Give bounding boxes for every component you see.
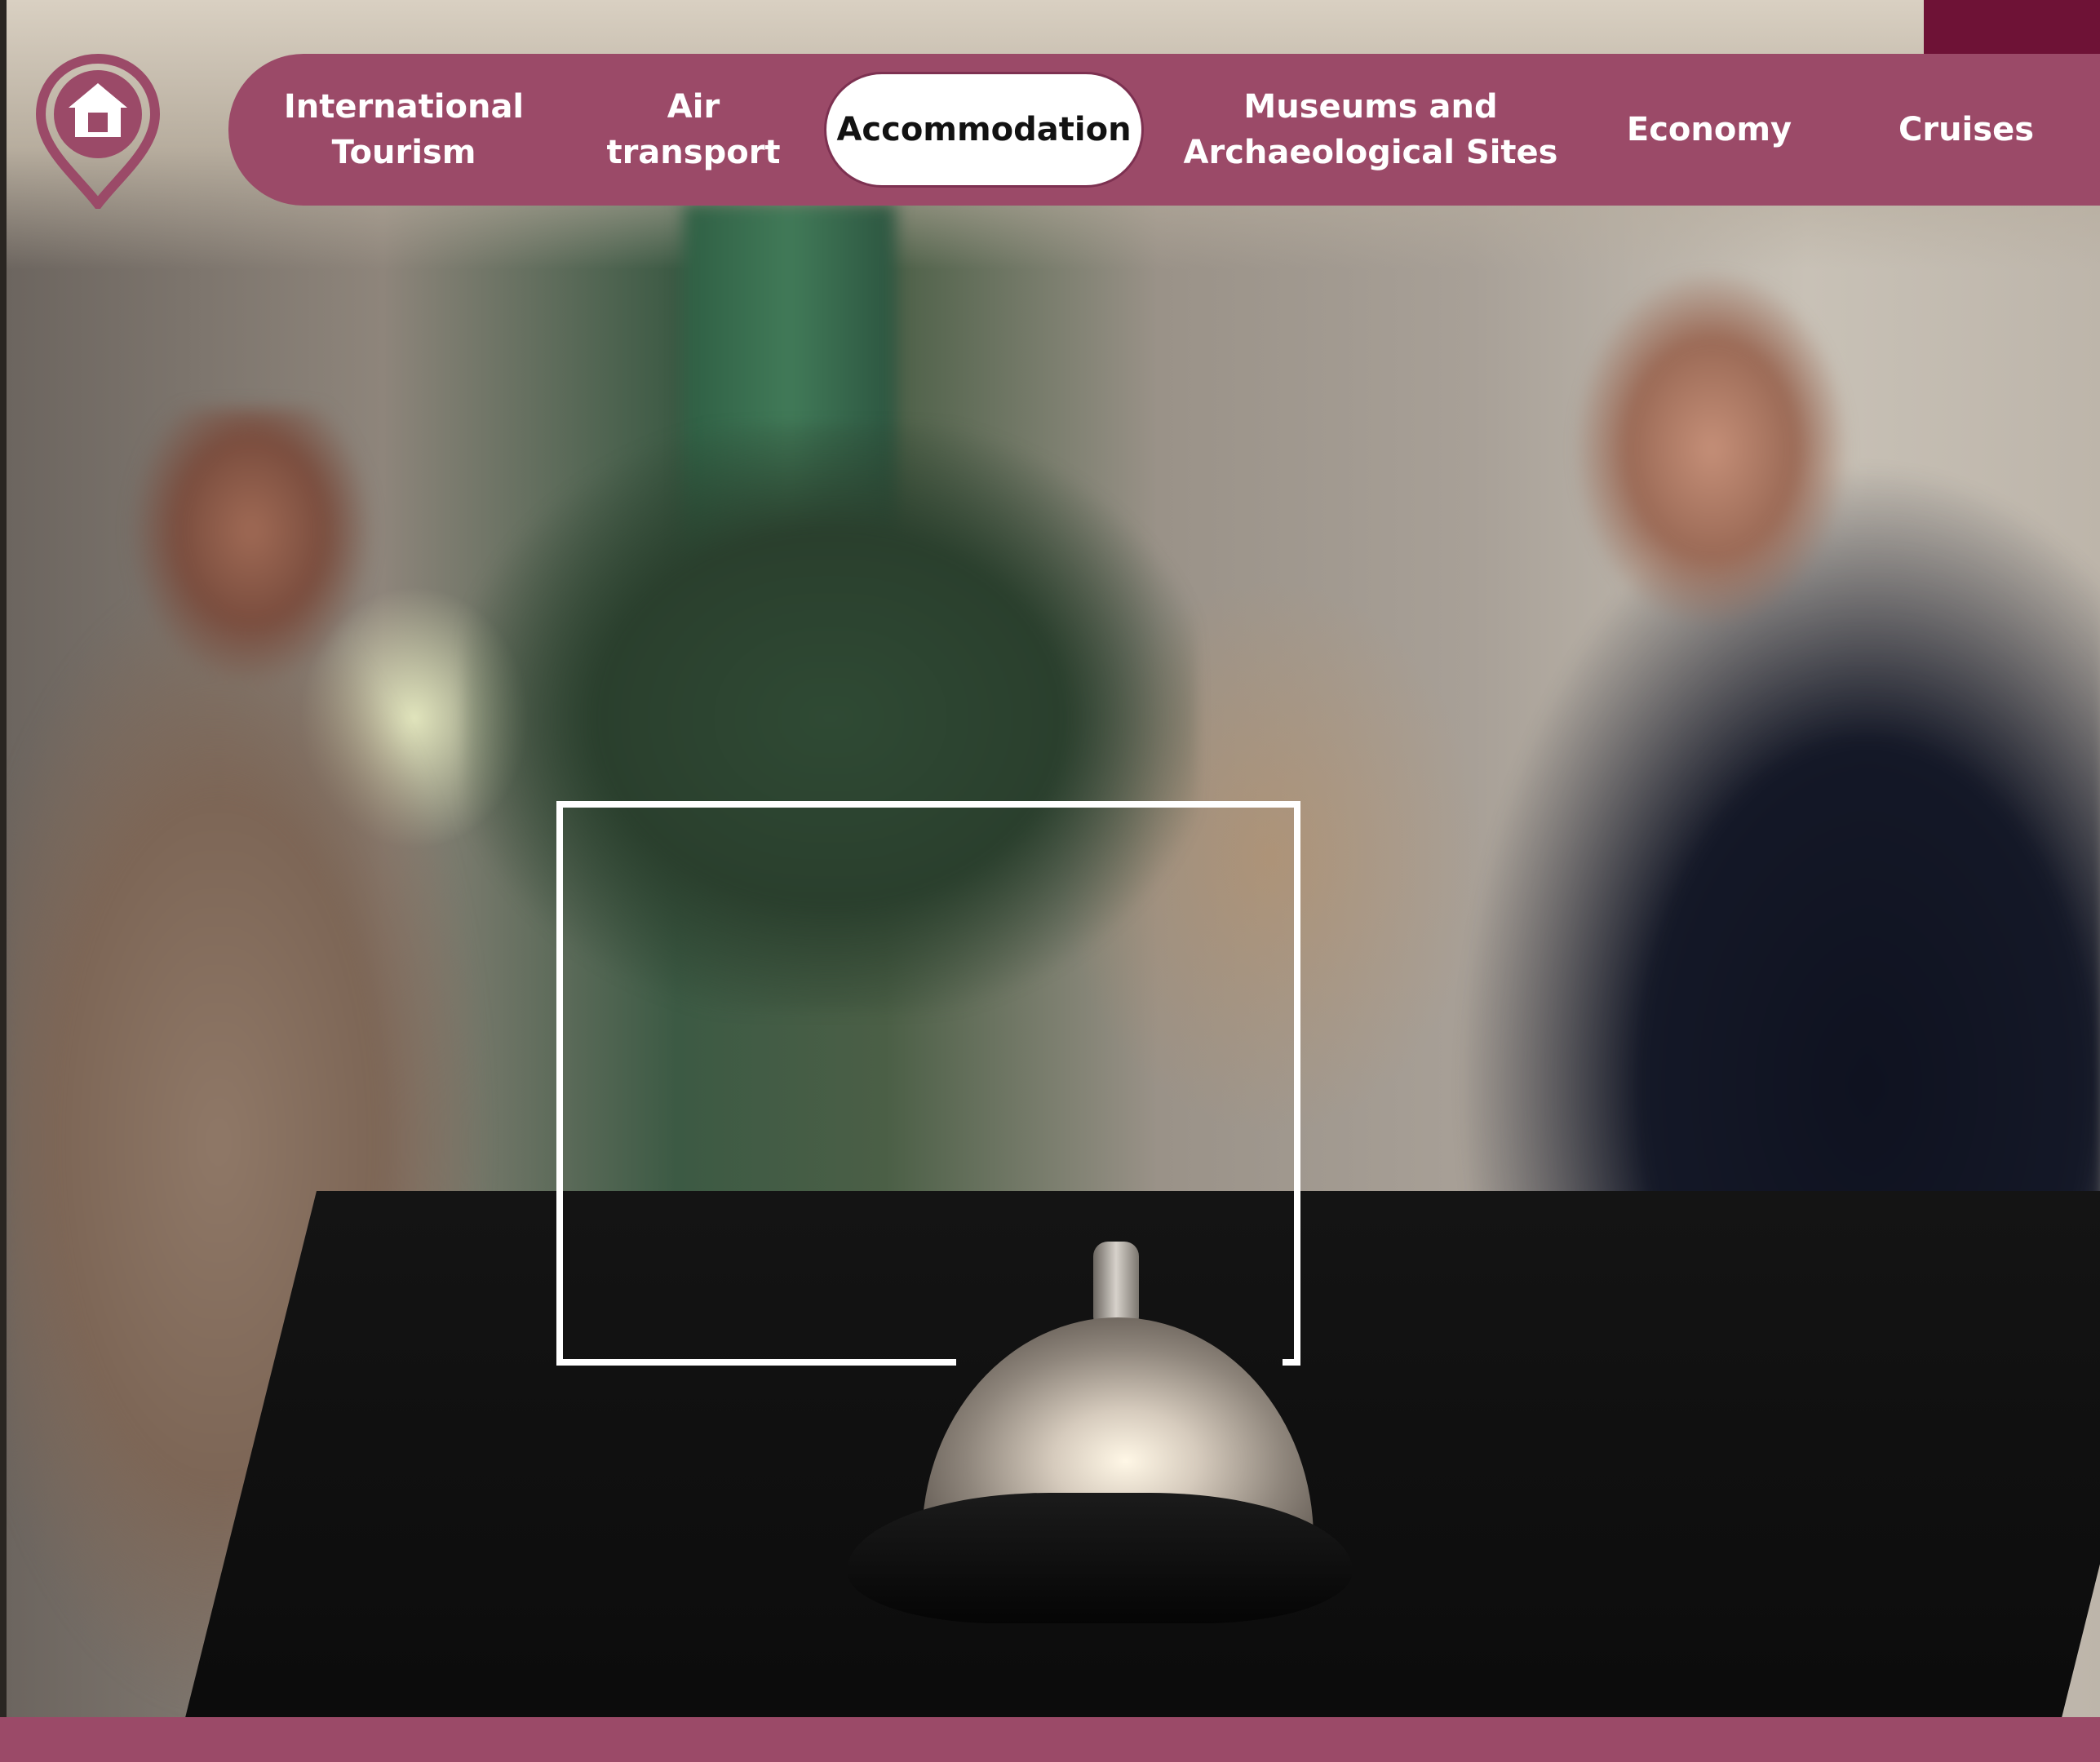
content-frame-bottom-right bbox=[1283, 1359, 1300, 1366]
tab-international-tourism[interactable]: International Tourism bbox=[253, 54, 555, 206]
home-button[interactable] bbox=[36, 54, 160, 209]
content-frame-bottom bbox=[556, 1359, 956, 1366]
corner-accent bbox=[1924, 0, 2100, 54]
tab-cruises[interactable]: Cruises bbox=[1852, 54, 2080, 206]
tab-accommodation[interactable]: Accommodation bbox=[824, 72, 1144, 188]
home-pin-icon bbox=[36, 54, 160, 209]
tab-museums-archaeological-sites[interactable]: Museums and Archaeological Sites bbox=[1167, 54, 1575, 206]
tab-air-transport[interactable]: Air transport bbox=[571, 54, 816, 206]
main-nav: International Tourism Air transport Acco… bbox=[228, 54, 2100, 206]
content-frame bbox=[556, 801, 1300, 1366]
footer-bar bbox=[0, 1717, 2100, 1762]
tab-economy[interactable]: Economy bbox=[1583, 54, 1836, 206]
